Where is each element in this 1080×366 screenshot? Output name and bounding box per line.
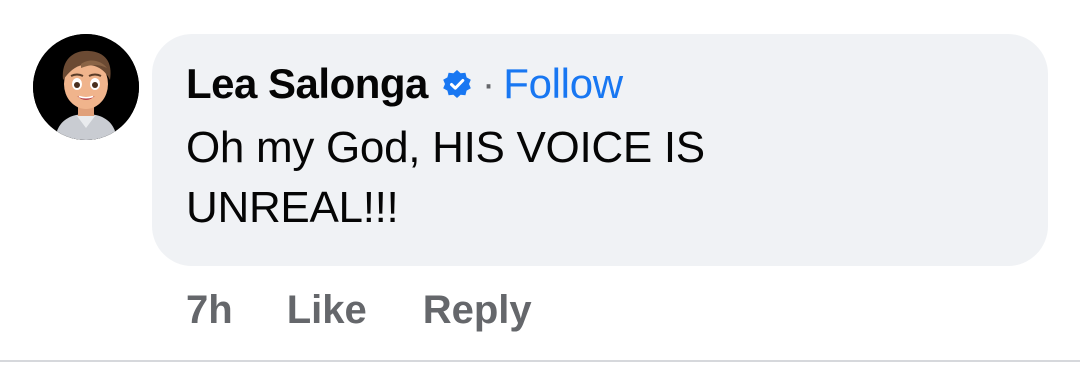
divider [0, 360, 1080, 362]
avatar[interactable] [33, 34, 139, 140]
separator-dot: · [481, 61, 496, 106]
verified-badge-icon [442, 69, 472, 99]
comment: Lea Salonga · Follow Oh my God, HIS VOIC… [0, 0, 1080, 366]
comment-bubble: Lea Salonga · Follow Oh my God, HIS VOIC… [152, 34, 1048, 266]
comment-actions: 7h Like Reply [186, 288, 532, 333]
follow-button[interactable]: Follow [503, 60, 623, 108]
author-name[interactable]: Lea Salonga [186, 60, 428, 108]
comment-timestamp[interactable]: 7h [186, 288, 233, 333]
like-button[interactable]: Like [287, 288, 367, 333]
cartoon-avatar-icon [33, 34, 139, 140]
reply-button[interactable]: Reply [423, 288, 532, 333]
comment-header: Lea Salonga · Follow [186, 58, 1014, 110]
comment-text: Oh my God, HIS VOICE IS UNREAL!!! [186, 123, 705, 232]
